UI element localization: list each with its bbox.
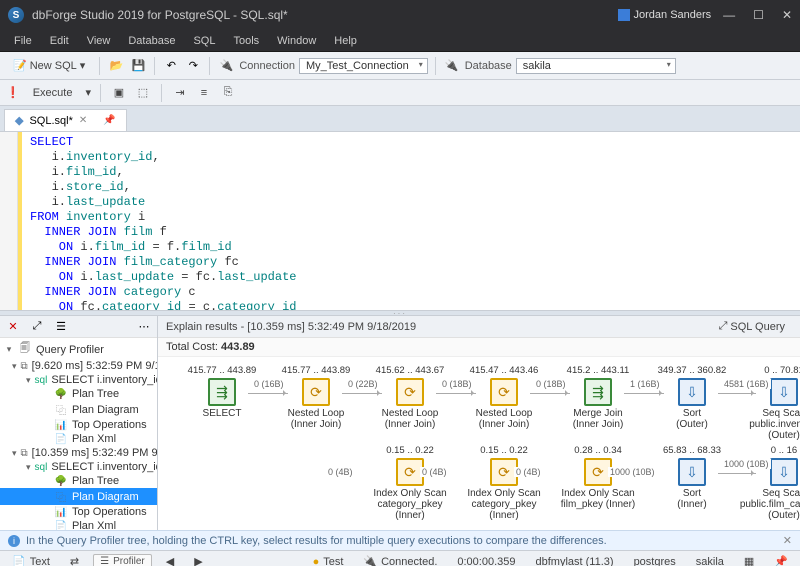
plug-icon[interactable]: 🔌 xyxy=(217,57,235,75)
title-bar: S dbForge Studio 2019 for PostgreSQL - S… xyxy=(0,0,800,30)
connection-label: Connection xyxy=(239,60,295,72)
tree-plan-diagram[interactable]: ⿻Plan Diagram xyxy=(0,401,157,418)
menu-tools[interactable]: Tools xyxy=(225,33,267,49)
menu-help[interactable]: Help xyxy=(326,33,365,49)
plan-node-ios1[interactable]: 0.15 .. 0.22⟳Index Only Scancategory_pke… xyxy=(364,445,456,521)
info-icon: i xyxy=(8,535,20,547)
plan-node-seq2[interactable]: 0 .. 16⇩Seq Scanpublic.film_category (Ou… xyxy=(738,445,800,521)
plan-node-nl1[interactable]: 415.77 .. 443.89⟳Nested Loop(Inner Join) xyxy=(270,365,362,430)
menu-database[interactable]: Database xyxy=(120,33,183,49)
file-icon: ◆ xyxy=(15,114,23,127)
status-pin-icon[interactable]: 📌 xyxy=(768,555,794,566)
close-button[interactable]: ✕ xyxy=(782,8,792,22)
save-icon[interactable]: 💾 xyxy=(129,57,147,75)
plan-node-select[interactable]: 415.77 .. 443.89⇶SELECT xyxy=(176,365,268,419)
status-grid-icon[interactable]: ▦ xyxy=(738,555,760,566)
profiler-toolbar: ✕ ⤢ ☰ ⋯ xyxy=(0,316,157,338)
tab-sql[interactable]: ◆ SQL.sql* ✕ 📌 xyxy=(4,109,127,131)
status-text-tab[interactable]: 📄 Text xyxy=(6,555,56,566)
menu-view[interactable]: View xyxy=(79,33,119,49)
avatar-icon xyxy=(618,9,630,21)
tree-plan-xml[interactable]: 📄Plan Xml xyxy=(0,432,157,446)
menu-sql[interactable]: SQL xyxy=(185,33,223,49)
status-bar: 📄 Text ⇄ ☰ Profiler ◀ ▶ ● Test 🔌 Connect… xyxy=(0,550,800,566)
open-icon[interactable]: 📂 xyxy=(107,57,125,75)
main-toolbar: 📝 New SQL ▾ 📂 💾 ↶ ↷ 🔌 Connection My_Test… xyxy=(0,52,800,80)
tree-plan-tree[interactable]: 🌳Plan Tree xyxy=(0,387,157,401)
menu-file[interactable]: File xyxy=(6,33,40,49)
profiler-panel: ✕ ⤢ ☰ ⋯ ▾🗐Query Profiler ▾⧉[9.620 ms] 5:… xyxy=(0,316,158,530)
plan-node-nl3[interactable]: 415.47 .. 443.46⟳Nested Loop(Inner Join) xyxy=(458,365,550,430)
menu-edit[interactable]: Edit xyxy=(42,33,77,49)
sql-toolbar: ❗ Execute ▾ ▣ ⬚ ⇥ ≡ ⎘ xyxy=(0,80,800,106)
indent-icon[interactable]: ⇥ xyxy=(171,84,189,102)
close-tab-icon[interactable]: ✕ xyxy=(79,115,87,126)
compare-icon[interactable]: ☰ xyxy=(52,318,70,336)
tool-icon[interactable]: ⬚ xyxy=(134,84,152,102)
menu-bar: FileEditViewDatabaseSQLToolsWindowHelp xyxy=(0,30,800,52)
undo-icon[interactable]: ↶ xyxy=(162,57,180,75)
pin-tab-icon[interactable]: 📌 xyxy=(103,115,115,126)
explain-panel: Explain results - [10.359 ms] 5:32:49 PM… xyxy=(158,316,800,530)
bottom-panel: ✕ ⤢ ☰ ⋯ ▾🗐Query Profiler ▾⧉[9.620 ms] 5:… xyxy=(0,316,800,530)
expand-icon[interactable]: ⤢ xyxy=(28,318,46,336)
user-indicator[interactable]: Jordan Sanders xyxy=(618,9,712,21)
app-logo-icon: S xyxy=(8,7,24,23)
format-icon[interactable]: ≡ xyxy=(195,84,213,102)
status-icon[interactable]: ⇄ xyxy=(64,555,85,566)
maximize-button[interactable]: ☐ xyxy=(753,8,764,22)
total-cost: Total Cost: 443.89 xyxy=(158,338,800,357)
tree-plan-diagram[interactable]: ⿻Plan Diagram xyxy=(0,488,157,505)
profiler-tree[interactable]: ▾🗐Query Profiler ▾⧉[9.620 ms] 5:32:59 PM… xyxy=(0,338,157,530)
sql-editor[interactable]: SELECT i.inventory_id, i.film_id, i.stor… xyxy=(0,132,800,310)
plan-node-sort2[interactable]: 65.83 .. 68.33⇩Sort(Inner) xyxy=(646,445,738,510)
status-next-icon[interactable]: ▶ xyxy=(188,555,208,566)
plan-node-nl2[interactable]: 415.62 .. 443.67⟳Nested Loop(Inner Join) xyxy=(364,365,456,430)
plan-node-ios2[interactable]: 0.15 .. 0.22⟳Index Only Scancategory_pke… xyxy=(458,445,550,521)
editor-gutter xyxy=(0,132,18,310)
status-profiler-tab[interactable]: ☰ Profiler xyxy=(93,554,152,566)
code-area[interactable]: SELECT i.inventory_id, i.film_id, i.stor… xyxy=(22,132,304,310)
stop-icon[interactable]: ▣ xyxy=(110,84,128,102)
plug-icon[interactable]: 🔌 xyxy=(443,57,461,75)
plan-diagram-canvas[interactable]: 415.77 .. 443.89⇶SELECT415.77 .. 443.89⟳… xyxy=(158,357,800,530)
hint-bar: i In the Query Profiler tree, holding th… xyxy=(0,530,800,550)
execute-button[interactable]: Execute xyxy=(26,84,80,102)
plan-node-ios3[interactable]: 0.28 .. 0.34⟳Index Only Scanfilm_pkey (I… xyxy=(552,445,644,510)
status-prev-icon[interactable]: ◀ xyxy=(160,555,180,566)
database-label: Database xyxy=(465,60,512,72)
redo-icon[interactable]: ↷ xyxy=(184,57,202,75)
tree-plan-tree[interactable]: 🌳Plan Tree xyxy=(0,474,157,488)
delete-icon[interactable]: ✕ xyxy=(4,318,22,336)
window-title: dbForge Studio 2019 for PostgreSQL - SQL… xyxy=(32,8,618,22)
tree-plan-xml[interactable]: 📄Plan Xml xyxy=(0,519,157,530)
tree-top-ops[interactable]: 📊Top Operations xyxy=(0,505,157,519)
comment-icon[interactable]: ⎘ xyxy=(219,84,237,102)
overflow-icon[interactable]: ⋯ xyxy=(135,318,153,336)
plan-node-sort1[interactable]: 349.37 .. 360.82⇩Sort(Outer) xyxy=(646,365,738,430)
connection-select[interactable]: My_Test_Connection xyxy=(299,58,428,74)
minimize-button[interactable]: ― xyxy=(723,8,735,22)
plan-node-mj[interactable]: 415.2 .. 443.11⇶Merge Join(Inner Join) xyxy=(552,365,644,430)
menu-window[interactable]: Window xyxy=(269,33,324,49)
explain-header: Explain results - [10.359 ms] 5:32:49 PM… xyxy=(166,321,416,333)
tree-top-ops[interactable]: 📊Top Operations xyxy=(0,418,157,432)
document-tab-bar: ◆ SQL.sql* ✕ 📌 xyxy=(0,106,800,132)
database-select[interactable]: sakila xyxy=(516,58,676,74)
plan-node-seq1[interactable]: 0 .. 70.81⇩Seq Scanpublic.inventory (Out… xyxy=(738,365,800,441)
sql-query-button[interactable]: ⤢ SQL Query xyxy=(712,317,792,336)
hint-close-icon[interactable]: ✕ xyxy=(783,534,792,547)
new-sql-button[interactable]: 📝 New SQL ▾ xyxy=(6,56,92,75)
